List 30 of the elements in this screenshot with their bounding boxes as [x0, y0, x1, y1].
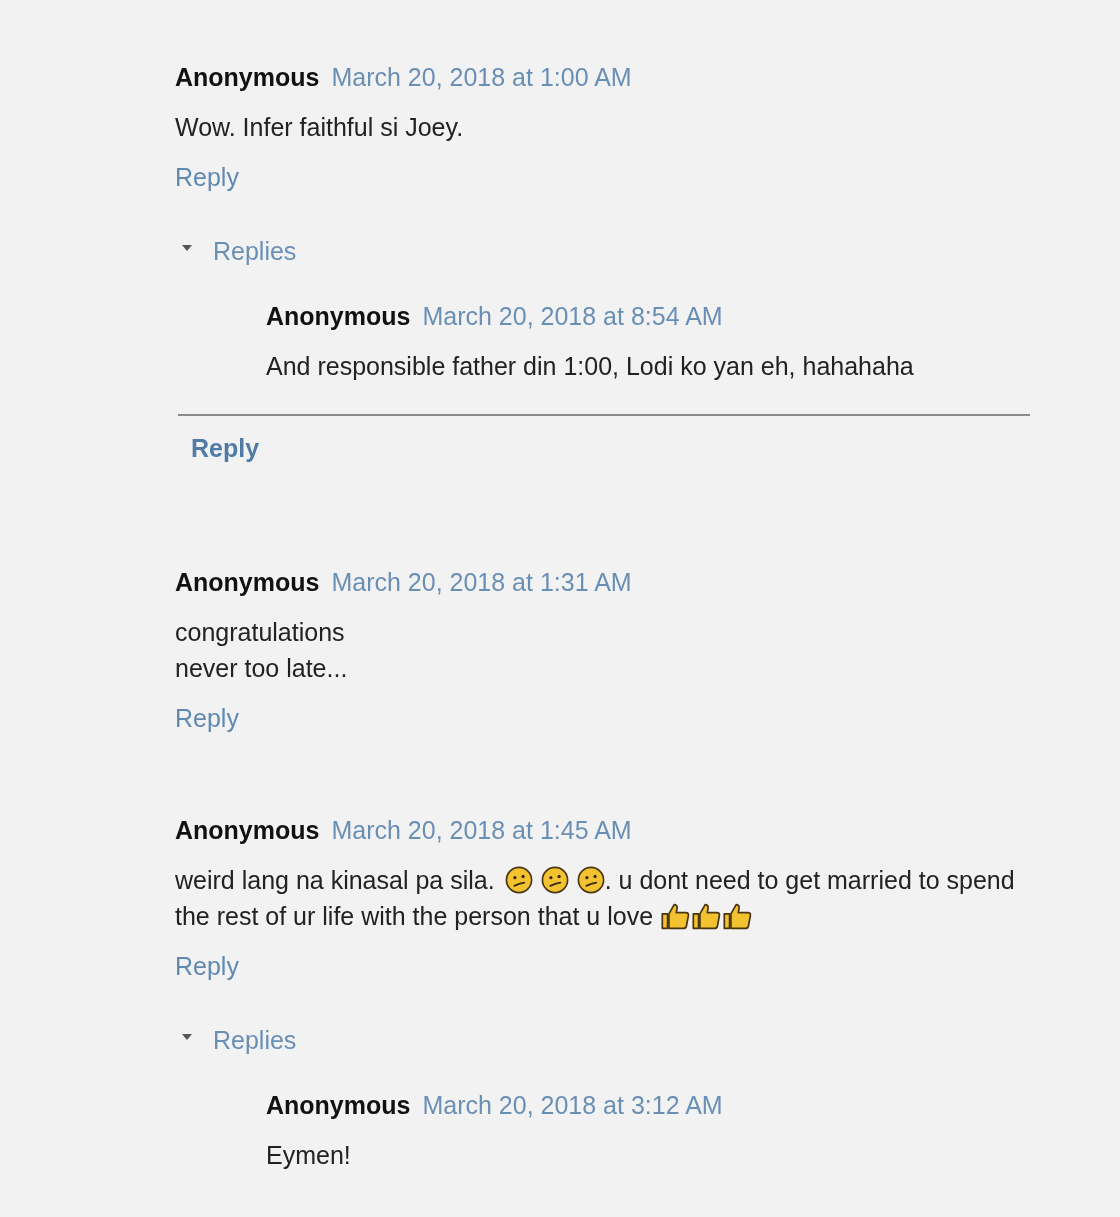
confused-face-icon	[540, 866, 569, 894]
reply-link[interactable]: Reply	[175, 700, 239, 736]
thumbs-up-icon	[723, 902, 753, 930]
comment-text: Wow. Infer faithful si Joey.	[175, 112, 464, 143]
confused-face-icon	[576, 866, 605, 894]
comment-text: . u dont need to get married to spend	[604, 865, 1015, 896]
comment-date-link[interactable]: March 20, 2018 at 1:00 AM	[331, 62, 632, 92]
replies-toggle[interactable]: Replies	[182, 233, 297, 269]
comment-date-link[interactable]: March 20, 2018 at 1:31 AM	[331, 567, 632, 597]
reply-link[interactable]: Reply	[175, 159, 239, 195]
author-name: Anonymous	[266, 301, 411, 331]
comment-text: Eymen!	[266, 1140, 351, 1171]
thumbs-up-icon	[692, 902, 722, 930]
thumbs-up-icon	[661, 902, 691, 930]
author-name: Anonymous	[266, 1090, 411, 1120]
replies-toggle[interactable]: Replies	[182, 1022, 297, 1058]
author-name: Anonymous	[175, 567, 320, 597]
author-name: Anonymous	[175, 62, 320, 92]
comment-text: congratulations	[175, 617, 345, 648]
comment-text: the rest of ur life with the person that u love	[175, 901, 654, 932]
comment-text: And responsible father din 1:00, Lodi ko yan eh, hahahaha	[266, 351, 914, 382]
comment-date-link[interactable]: March 20, 2018 at 3:12 AM	[422, 1090, 723, 1120]
confused-face-icon	[504, 866, 533, 894]
comment-text: never too late...	[175, 653, 348, 684]
reply-link[interactable]: Reply	[191, 430, 260, 466]
author-name: Anonymous	[175, 815, 320, 845]
reply-link[interactable]: Reply	[175, 948, 239, 984]
comment-date-link[interactable]: March 20, 2018 at 8:54 AM	[422, 301, 723, 331]
comment-text: weird lang na kinasal pa sila.	[175, 865, 495, 896]
comment-date-link[interactable]: March 20, 2018 at 1:45 AM	[331, 815, 632, 845]
